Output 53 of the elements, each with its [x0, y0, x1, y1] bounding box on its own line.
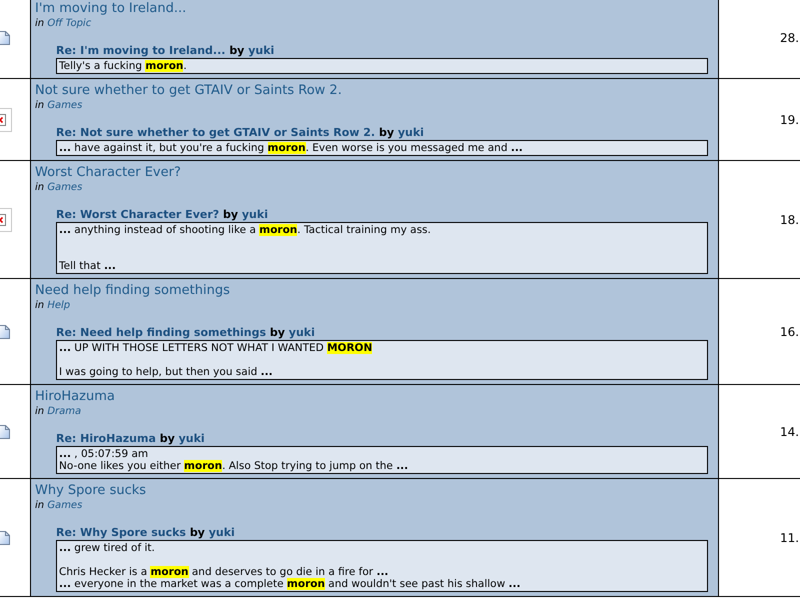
topic-link[interactable]: Worst Character Ever? [35, 164, 181, 181]
snippet-line: ... , 05:07:59 am [59, 448, 150, 460]
author-link[interactable]: yuki [178, 432, 205, 445]
snippet-line: No-one likes you either moron. Also Stop trying to jump on the ... [59, 460, 410, 472]
snippet-line: ... everyone in the market was a complete moron and wouldn't see past his shallow ... [59, 578, 522, 590]
category-link[interactable]: Drama [47, 406, 82, 417]
by-label: by [229, 44, 244, 57]
category-link[interactable]: Games [47, 100, 82, 111]
result-number: 28. [780, 30, 800, 44]
snippet-line: ... UP WITH THOSE LETTERS NOT WHAT I WANTED MORON [59, 342, 374, 354]
result-number: 18. [780, 212, 800, 226]
in-label: in [35, 406, 44, 417]
snippet-line: ... have against it, but you're a fucking moron. Even worse is you messaged me and ... [59, 142, 524, 154]
reply-link[interactable]: Re: HiroHazuma [56, 432, 156, 445]
topic-link[interactable]: Not sure whether to get GTAIV or Saints Row 2. [35, 82, 342, 99]
author-link[interactable]: yuki [242, 208, 268, 221]
snippet-line: ... grew tired of it. [59, 542, 156, 554]
snippet-line: Chris Hecker is a moron and deserves to go die in a fire for ... [59, 566, 390, 578]
category-link[interactable]: Games [47, 500, 82, 511]
topic-link[interactable]: Need help finding somethings [35, 282, 230, 299]
snippet-line: I was going to help, but then you said ... [59, 366, 274, 378]
category-link[interactable]: Games [47, 182, 82, 193]
reply-link[interactable]: Re: Not sure whether to get GTAIV or Saints Row 2. [56, 126, 376, 139]
author-link[interactable]: yuki [398, 126, 424, 139]
category-link[interactable]: Help [47, 300, 70, 311]
by-label: by [190, 526, 205, 539]
by-label: by [378, 126, 394, 139]
author-link[interactable]: yuki [208, 526, 235, 539]
in-label: in [35, 182, 44, 193]
in-label: in [35, 100, 44, 111]
snippet-line: Tell that ... [59, 260, 117, 272]
snippet-line: ... anything instead of shooting like a moron. Tactical training my ass. [59, 224, 432, 236]
author-link[interactable]: yuki [248, 44, 274, 57]
in-label: in [35, 18, 44, 29]
by-label: by [160, 432, 175, 445]
topic-link[interactable]: Why Spore sucks [35, 482, 146, 499]
author-link[interactable]: yuki [288, 326, 315, 339]
result-number: 19. [780, 112, 800, 126]
in-label: in [35, 300, 44, 311]
snippet-line: Telly's a fucking moron. [59, 60, 188, 72]
topic-link[interactable]: I'm moving to Ireland... [35, 0, 186, 17]
in-label: in [35, 500, 44, 511]
reply-link[interactable]: Re: Worst Character Ever? [56, 208, 220, 221]
result-number: 11. [780, 530, 800, 544]
by-label: by [270, 326, 285, 339]
topic-link[interactable]: HiroHazuma [35, 388, 115, 405]
reply-link[interactable]: Re: Why Spore sucks [56, 526, 186, 539]
by-label: by [222, 208, 238, 221]
reply-link[interactable]: Re: I'm moving to Ireland... [56, 44, 226, 57]
category-link[interactable]: Off Topic [47, 18, 92, 29]
reply-link[interactable]: Re: Need help finding somethings [56, 326, 266, 339]
result-number: 14. [780, 424, 800, 438]
result-number: 16. [780, 324, 800, 338]
